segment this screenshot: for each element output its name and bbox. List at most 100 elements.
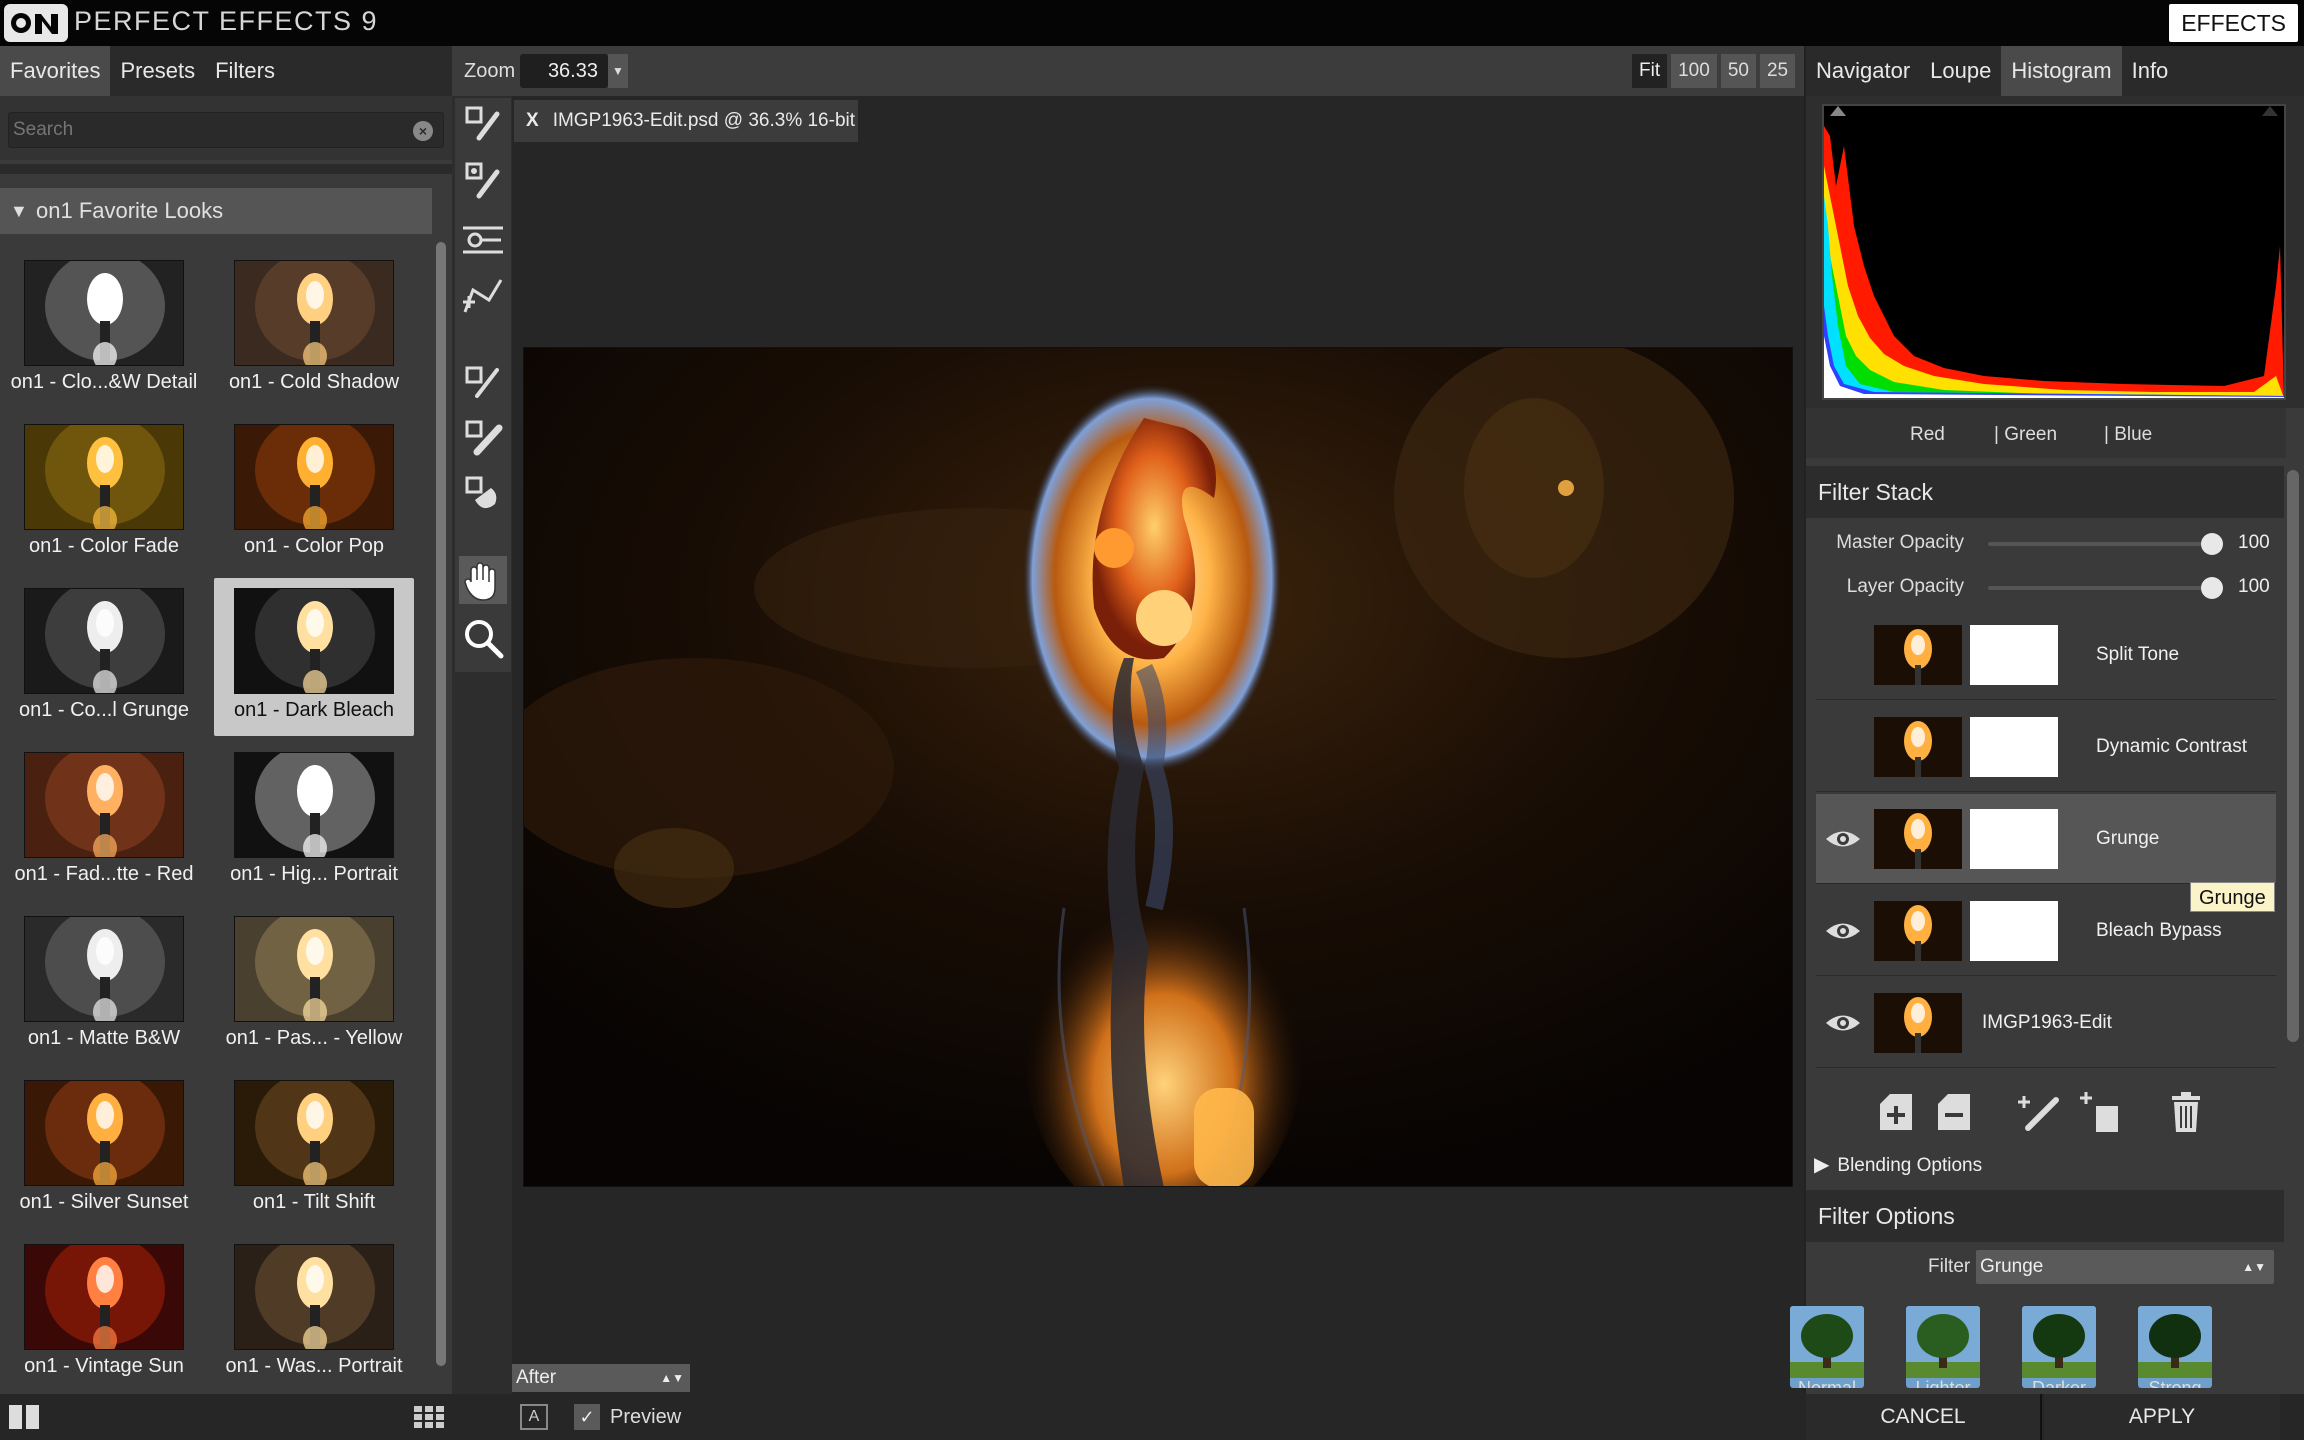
look-item[interactable]: on1 - Color Pop [214,414,414,572]
master-opacity-value[interactable]: 100 [2238,532,2270,554]
master-opacity-knob[interactable] [2201,533,2223,555]
look-thumbnail [234,260,394,366]
zoom-fit-button[interactable]: Fit [1632,54,1668,88]
channel-blue[interactable]: | Blue [2104,424,2152,446]
photo-canvas[interactable] [523,347,1793,1187]
blending-options-toggle[interactable]: ▶ Blending Options [1814,1150,1982,1181]
preview-checkbox[interactable]: ✓ [574,1404,600,1430]
tab-presets[interactable]: Presets [110,46,205,96]
favorites-group-header[interactable]: ▼ on1 Favorite Looks [0,188,432,234]
perspective-icon[interactable] [459,272,507,320]
zoom-25-button[interactable]: 25 [1759,54,1796,88]
filter-layer[interactable]: Grunge [1816,794,2276,884]
filter-layer[interactable]: IMGP1963-Edit [1816,978,2276,1068]
new-layer-icon[interactable] [1874,1088,1918,1136]
scrollbar-thumb[interactable] [436,242,446,1366]
disclosure-triangle-icon: ▼ [10,201,28,221]
look-item[interactable]: on1 - Pas... - Yellow [214,906,414,1064]
look-item[interactable]: on1 - Was... Portrait [214,1234,414,1392]
brush-icon[interactable] [459,100,507,148]
layer-tooltip: Grunge [2190,882,2275,912]
tab-info[interactable]: Info [2122,46,2179,96]
zoom-50-button[interactable]: 50 [1720,54,1756,88]
look-item[interactable]: on1 - Vintage Sun [4,1234,204,1392]
gradient-icon[interactable] [459,216,507,264]
search-input[interactable] [9,113,399,147]
filter-preset[interactable]: Strong [2138,1306,2212,1388]
view-mode-value: After [516,1367,557,1388]
eraser-icon[interactable] [459,414,507,462]
hand-icon[interactable] [459,556,507,604]
layer-mask[interactable] [1970,901,2058,961]
document-tab[interactable]: X IMGP1963-Edit.psd @ 36.3% 16-bit [514,100,858,142]
search-box: × [8,112,444,148]
close-tab-icon[interactable]: X [526,110,539,131]
look-item[interactable]: on1 - Hig... Portrait [214,742,414,900]
layer-opacity-value[interactable]: 100 [2238,576,2270,598]
layer-mask[interactable] [1970,625,2058,685]
trash-icon[interactable] [2164,1088,2208,1136]
flame-photo [524,348,1792,1186]
cancel-button[interactable]: CANCEL [1806,1394,2042,1440]
look-thumbnail [24,1244,184,1350]
layer-mask[interactable] [1970,809,2058,869]
look-item[interactable]: on1 - Fad...tte - Red [4,742,204,900]
layer-opacity-label: Layer Opacity [1846,576,1964,597]
eye-icon[interactable] [1824,826,1862,852]
scrollbar-thumb[interactable] [2287,470,2299,1042]
filter-preset[interactable]: Darker [2022,1306,2096,1388]
look-item[interactable]: on1 - Color Fade [4,414,204,572]
look-item[interactable]: on1 - Co...l Grunge [4,578,204,736]
tab-loupe[interactable]: Loupe [1920,46,2001,96]
layer-name: IMGP1963-Edit [1982,1012,2112,1033]
masking-bug-icon[interactable] [459,158,507,206]
layer-name: Grunge [2096,828,2160,849]
look-item[interactable]: on1 - Cold Shadow [214,250,414,408]
apply-button[interactable]: APPLY [2044,1394,2280,1440]
master-opacity-row: Master Opacity 100 [1806,522,2284,564]
look-item[interactable]: on1 - Silver Sunset [4,1070,204,1228]
layer-opacity-row: Layer Opacity 100 [1806,566,2284,608]
look-item[interactable]: on1 - Clo...&W Detail [4,250,204,408]
filter-preset[interactable]: Lighter [1906,1306,1980,1388]
remove-layer-icon[interactable] [1932,1088,1976,1136]
master-opacity-slider[interactable] [1988,542,2210,546]
compare-split-icon[interactable] [8,1404,40,1430]
look-item[interactable]: on1 - Tilt Shift [214,1070,414,1228]
layer-opacity-knob[interactable] [2201,577,2223,599]
layer-opacity-slider[interactable] [1988,586,2210,590]
add-mask-brush-icon[interactable] [2018,1088,2062,1136]
eye-icon[interactable] [1824,918,1862,944]
tab-histogram[interactable]: Histogram [2001,46,2122,96]
effects-button[interactable]: EFFECTS [2169,4,2298,42]
view-mode-select[interactable]: After ▲▼ [512,1364,690,1392]
look-item[interactable]: on1 - Matte B&W [4,906,204,1064]
grid-view-icon[interactable] [414,1406,444,1428]
filter-layer[interactable]: Dynamic Contrast [1816,702,2276,792]
blur-icon[interactable] [459,470,507,518]
zoom-value-field[interactable]: 36.33 [520,54,608,88]
layer-thumbnail [1874,809,1962,869]
clear-search-icon[interactable]: × [413,121,433,141]
layer-mask[interactable] [1970,717,2058,777]
channel-green[interactable]: | Green [1994,424,2057,446]
tab-favorites[interactable]: Favorites [0,46,111,96]
look-label: on1 - Hig... Portrait [230,863,398,885]
filter-preset[interactable]: Normal [1790,1306,1864,1388]
filter-select[interactable]: Grunge ▲▼ [1976,1250,2274,1284]
right-scrollbar[interactable] [2284,466,2302,1394]
zoom-dropdown-icon[interactable]: ▼ [608,54,628,88]
tab-filters[interactable]: Filters [205,46,285,96]
add-adjustment-layer-icon[interactable] [2078,1088,2122,1136]
before-after-icon[interactable]: A [520,1404,548,1430]
eye-icon[interactable] [1824,1010,1862,1036]
left-scrollbar[interactable] [434,200,448,1380]
filter-layer[interactable]: Split Tone [1816,610,2276,700]
look-item[interactable]: on1 - Dark Bleach [214,578,414,736]
zoom-icon[interactable] [459,614,507,662]
tab-navigator[interactable]: Navigator [1806,46,1920,96]
retouch-icon[interactable] [459,358,507,406]
zoom-100-button[interactable]: 100 [1671,54,1717,88]
channel-red[interactable]: Red [1910,424,1945,446]
look-thumbnail [24,1080,184,1186]
